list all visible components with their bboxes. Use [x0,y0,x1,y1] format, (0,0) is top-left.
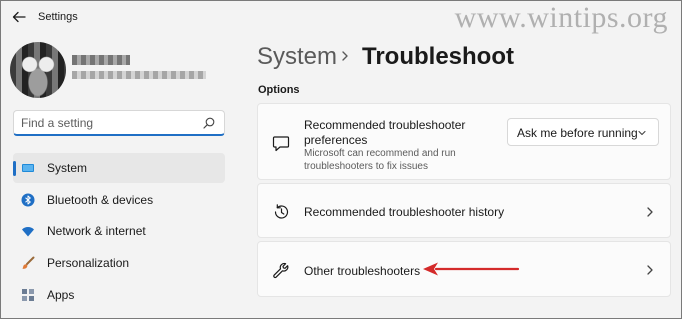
bluetooth-icon [21,193,35,207]
sidebar-item-label: Apps [47,288,75,302]
troubleshooter-preference-dropdown[interactable]: Ask me before running [507,118,659,146]
sidebar-item-label: Bluetooth & devices [47,193,154,207]
selection-indicator [13,161,16,176]
breadcrumb-parent[interactable]: System [257,43,337,71]
sidebar-item-label: Personalization [47,256,130,270]
sidebar-item-network-internet[interactable]: Network & internet [13,216,225,246]
apps-icon [22,289,34,301]
annotation-arrow-icon [423,262,520,276]
section-title: Options [258,84,300,96]
app-title: Settings [38,11,78,23]
search-icon[interactable] [203,117,215,129]
chevron-right-icon [647,265,653,275]
page-title: Troubleshoot [362,43,514,70]
wrench-icon [273,262,289,279]
avatar[interactable] [10,42,66,98]
card-title: Recommended troubleshooter history [304,205,505,219]
system-icon [22,164,34,172]
back-arrow-icon[interactable] [12,10,26,24]
card-troubleshooter-preferences: Recommended troubleshooter preferences M… [257,103,671,180]
search-box[interactable] [13,110,225,136]
message-icon [272,136,290,152]
card-description: Microsoft can recommend and run troubles… [304,148,456,172]
dropdown-value: Ask me before running [517,126,638,140]
sidebar-item-system[interactable]: System [13,153,225,183]
card-title: Other troubleshooters [304,264,421,278]
sidebar-item-personalization[interactable]: Personalization [13,248,225,278]
sidebar-item-label: Network & internet [47,224,146,238]
history-icon [274,204,289,219]
chevron-right-icon [342,51,348,61]
sidebar-item-label: System [47,161,88,175]
chevron-down-icon [638,130,646,136]
chevron-right-icon [647,207,653,217]
watermark: www.wintips.org [454,1,668,34]
network-icon [22,227,34,237]
personalization-icon [22,256,35,269]
card-title: Recommended troubleshooter preferences [304,118,466,147]
card-troubleshooter-history[interactable]: Recommended troubleshooter history [257,183,671,238]
search-input[interactable] [21,115,201,131]
user-name-redacted [72,55,130,65]
sidebar-item-bluetooth-devices[interactable]: Bluetooth & devices [13,185,225,215]
user-email-redacted [72,71,206,79]
sidebar-item-apps[interactable]: Apps [13,280,225,310]
